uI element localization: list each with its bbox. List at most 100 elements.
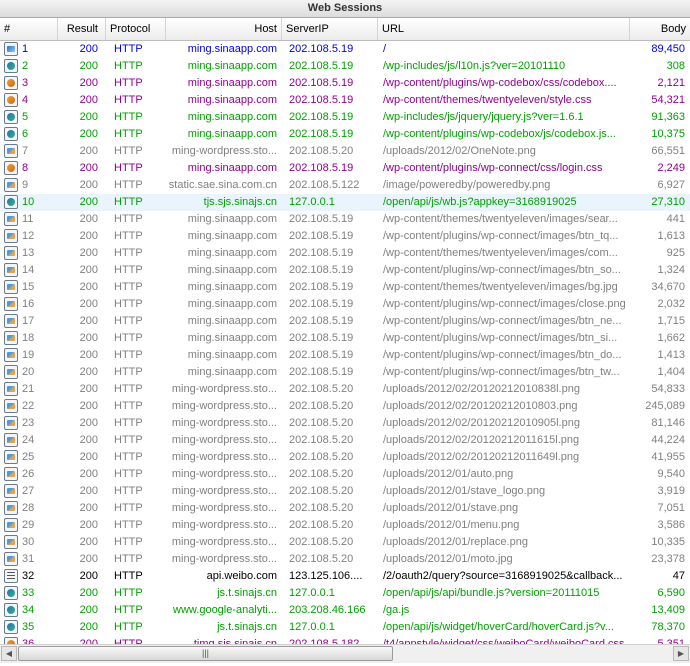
session-num: 15	[22, 281, 35, 293]
session-row[interactable]: 28 200 HTTP ming-wordpress.sto... 202.108.5.…	[0, 500, 690, 517]
session-protocol: HTTP	[114, 315, 143, 327]
session-host: ming-wordpress.sto...	[171, 553, 277, 565]
session-protocol: HTTP	[114, 145, 143, 157]
session-serverip: 202.108.5.19	[289, 315, 354, 327]
session-row[interactable]: 33 200 HTTP js.t.sinajs.cn 127.0.0.1/open/ap…	[0, 585, 690, 602]
session-row[interactable]: 24 200 HTTP ming-wordpress.sto... 202.108.5.…	[0, 432, 690, 449]
session-row[interactable]: 34 200 HTTP www.google-analyti... 203.208.46…	[0, 602, 690, 619]
session-row[interactable]: 25 200 HTTP ming-wordpress.sto... 202.108.5.…	[0, 449, 690, 466]
session-row[interactable]: 5 200 HTTP ming.sinaapp.com 202.108.5.19/wp-…	[0, 109, 690, 126]
session-row[interactable]: 4 200 HTTP ming.sinaapp.com 202.108.5.19/wp-…	[0, 92, 690, 109]
scrollbar-thumb[interactable]: |||	[18, 646, 393, 661]
image-icon	[4, 518, 18, 532]
session-num: 9	[22, 179, 29, 191]
session-result: 200	[79, 298, 98, 310]
session-result: 200	[79, 383, 98, 395]
css-icon	[4, 93, 18, 107]
session-host: js.t.sinajs.cn	[217, 587, 277, 599]
session-row[interactable]: 29 200 HTTP ming-wordpress.sto... 202.108.5.…	[0, 517, 690, 534]
session-row[interactable]: 17 200 HTTP ming.sinaapp.com 202.108.5.19/wp…	[0, 313, 690, 330]
session-serverip: 202.108.5.20	[289, 434, 354, 446]
column-header-num[interactable]: #	[0, 18, 58, 40]
session-url: /wp-content/plugins/wp-connect/images/cl…	[383, 298, 626, 310]
session-protocol: HTTP	[114, 621, 143, 633]
session-host: ming.sinaapp.com	[187, 162, 277, 174]
session-row[interactable]: 15 200 HTTP ming.sinaapp.com 202.108.5.19/wp…	[0, 279, 690, 296]
session-row[interactable]: 12 200 HTTP ming.sinaapp.com 202.108.5.19/wp…	[0, 228, 690, 245]
scroll-left-button[interactable]: ◀	[1, 646, 17, 661]
document-icon	[4, 569, 18, 583]
column-header-serverip[interactable]: ServerIP	[282, 18, 378, 40]
scroll-right-button[interactable]: ▶	[673, 646, 689, 661]
session-body: 1,404	[657, 366, 685, 378]
session-row[interactable]: 22 200 HTTP ming-wordpress.sto... 202.108.5.…	[0, 398, 690, 415]
session-result: 200	[79, 434, 98, 446]
session-protocol: HTTP	[114, 434, 143, 446]
horizontal-scrollbar[interactable]: ◀ ||| ▶	[0, 644, 690, 663]
session-row[interactable]: 27 200 HTTP ming-wordpress.sto... 202.108.5.…	[0, 483, 690, 500]
image-icon	[4, 416, 18, 430]
session-result: 200	[79, 196, 98, 208]
session-row[interactable]: 21 200 HTTP ming-wordpress.sto... 202.108.5.…	[0, 381, 690, 398]
session-url: /wp-includes/js/l10n.js?ver=20101110	[383, 60, 566, 72]
image-icon	[4, 450, 18, 464]
session-row[interactable]: 16 200 HTTP ming.sinaapp.com 202.108.5.19/wp…	[0, 296, 690, 313]
session-row[interactable]: 3 200 HTTP ming.sinaapp.com 202.108.5.19/wp-…	[0, 75, 690, 92]
column-header-result[interactable]: Result	[58, 18, 106, 40]
column-header-url[interactable]: URL	[378, 18, 630, 40]
session-protocol: HTTP	[114, 553, 143, 565]
session-result: 200	[79, 485, 98, 497]
session-num: 1	[22, 43, 29, 55]
session-url: /wp-content/plugins/wp-connect/images/bt…	[383, 332, 618, 344]
session-row[interactable]: 1 200 HTTP ming.sinaapp.com 202.108.5.19 / 89,…	[0, 41, 690, 58]
session-row[interactable]: 14 200 HTTP ming.sinaapp.com 202.108.5.19/wp…	[0, 262, 690, 279]
session-serverip: 202.108.5.19	[289, 111, 354, 123]
session-serverip: 202.108.5.19	[289, 349, 354, 361]
session-url: /uploads/2012/01/replace.png	[383, 536, 528, 548]
column-header-body[interactable]: Body	[630, 18, 690, 40]
session-row[interactable]: 7 200 HTTP ming-wordpress.sto... 202.108.5.2…	[0, 143, 690, 160]
session-protocol: HTTP	[114, 264, 143, 276]
session-num: 5	[22, 111, 29, 123]
session-row[interactable]: 19 200 HTTP ming.sinaapp.com 202.108.5.19/wp…	[0, 347, 690, 364]
session-row[interactable]: 9 200 HTTP static.sae.sina.com.cn 202.108.5.…	[0, 177, 690, 194]
session-result: 200	[79, 638, 98, 644]
session-url: /open/api/js/widget/hoverCard/hoverCard.…	[383, 621, 614, 633]
session-num: 13	[22, 247, 35, 259]
session-host: ming.sinaapp.com	[187, 315, 277, 327]
session-result: 200	[79, 349, 98, 361]
session-row[interactable]: 26 200 HTTP ming-wordpress.sto... 202.108.5.…	[0, 466, 690, 483]
session-row[interactable]: 36 200 HTTP timg.sjs.sinajs.cn 202.108.5.182…	[0, 636, 690, 644]
session-row[interactable]: 13 200 HTTP ming.sinaapp.com 202.108.5.19/wp…	[0, 245, 690, 262]
session-result: 200	[79, 162, 98, 174]
session-body: 3,919	[657, 485, 685, 497]
session-row[interactable]: 18 200 HTTP ming.sinaapp.com 202.108.5.19/wp…	[0, 330, 690, 347]
session-row[interactable]: 6 200 HTTP ming.sinaapp.com 202.108.5.19/wp-…	[0, 126, 690, 143]
session-row[interactable]: 11 200 HTTP ming.sinaapp.com 202.108.5.19/wp…	[0, 211, 690, 228]
session-body: 7,051	[657, 502, 685, 514]
session-row[interactable]: 30 200 HTTP ming-wordpress.sto... 202.108.5.…	[0, 534, 690, 551]
session-row[interactable]: 8 200 HTTP ming.sinaapp.com 202.108.5.19/wp-…	[0, 160, 690, 177]
session-url: /ga.js	[383, 604, 410, 616]
session-row[interactable]: 10 200 HTTP tjs.sjs.sinajs.cn 127.0.0.1/open…	[0, 194, 690, 211]
sessions-list[interactable]: 1 200 HTTP ming.sinaapp.com 202.108.5.19/89,…	[0, 41, 690, 644]
image-icon	[4, 433, 18, 447]
session-row[interactable]: 31 200 HTTP ming-wordpress.sto... 202.108.5.…	[0, 551, 690, 568]
session-row[interactable]: 20 200 HTTP ming.sinaapp.com 202.108.5.19/wp…	[0, 364, 690, 381]
image-icon	[4, 314, 18, 328]
session-body: 13,409	[651, 604, 685, 616]
session-body: 1,324	[657, 264, 685, 276]
session-result: 200	[79, 536, 98, 548]
session-row[interactable]: 2 200 HTTP ming.sinaapp.com 202.108.5.19/wp-…	[0, 58, 690, 75]
column-header-protocol[interactable]: Protocol	[106, 18, 166, 40]
session-row[interactable]: 35 200 HTTP js.t.sinajs.cn 127.0.0.1/open/ap…	[0, 619, 690, 636]
session-result: 200	[79, 247, 98, 259]
session-num: 19	[22, 349, 35, 361]
session-result: 200	[79, 281, 98, 293]
session-row[interactable]: 23 200 HTTP ming-wordpress.sto... 202.108.5.…	[0, 415, 690, 432]
column-header-host[interactable]: Host	[166, 18, 282, 40]
session-url: /uploads/2012/02/20120212011615l.png	[383, 434, 580, 446]
session-row[interactable]: 32 200 HTTP api.weibo.com 123.125.106.... /2/…	[0, 568, 690, 585]
session-body: 441	[666, 213, 685, 225]
image-icon	[4, 484, 18, 498]
